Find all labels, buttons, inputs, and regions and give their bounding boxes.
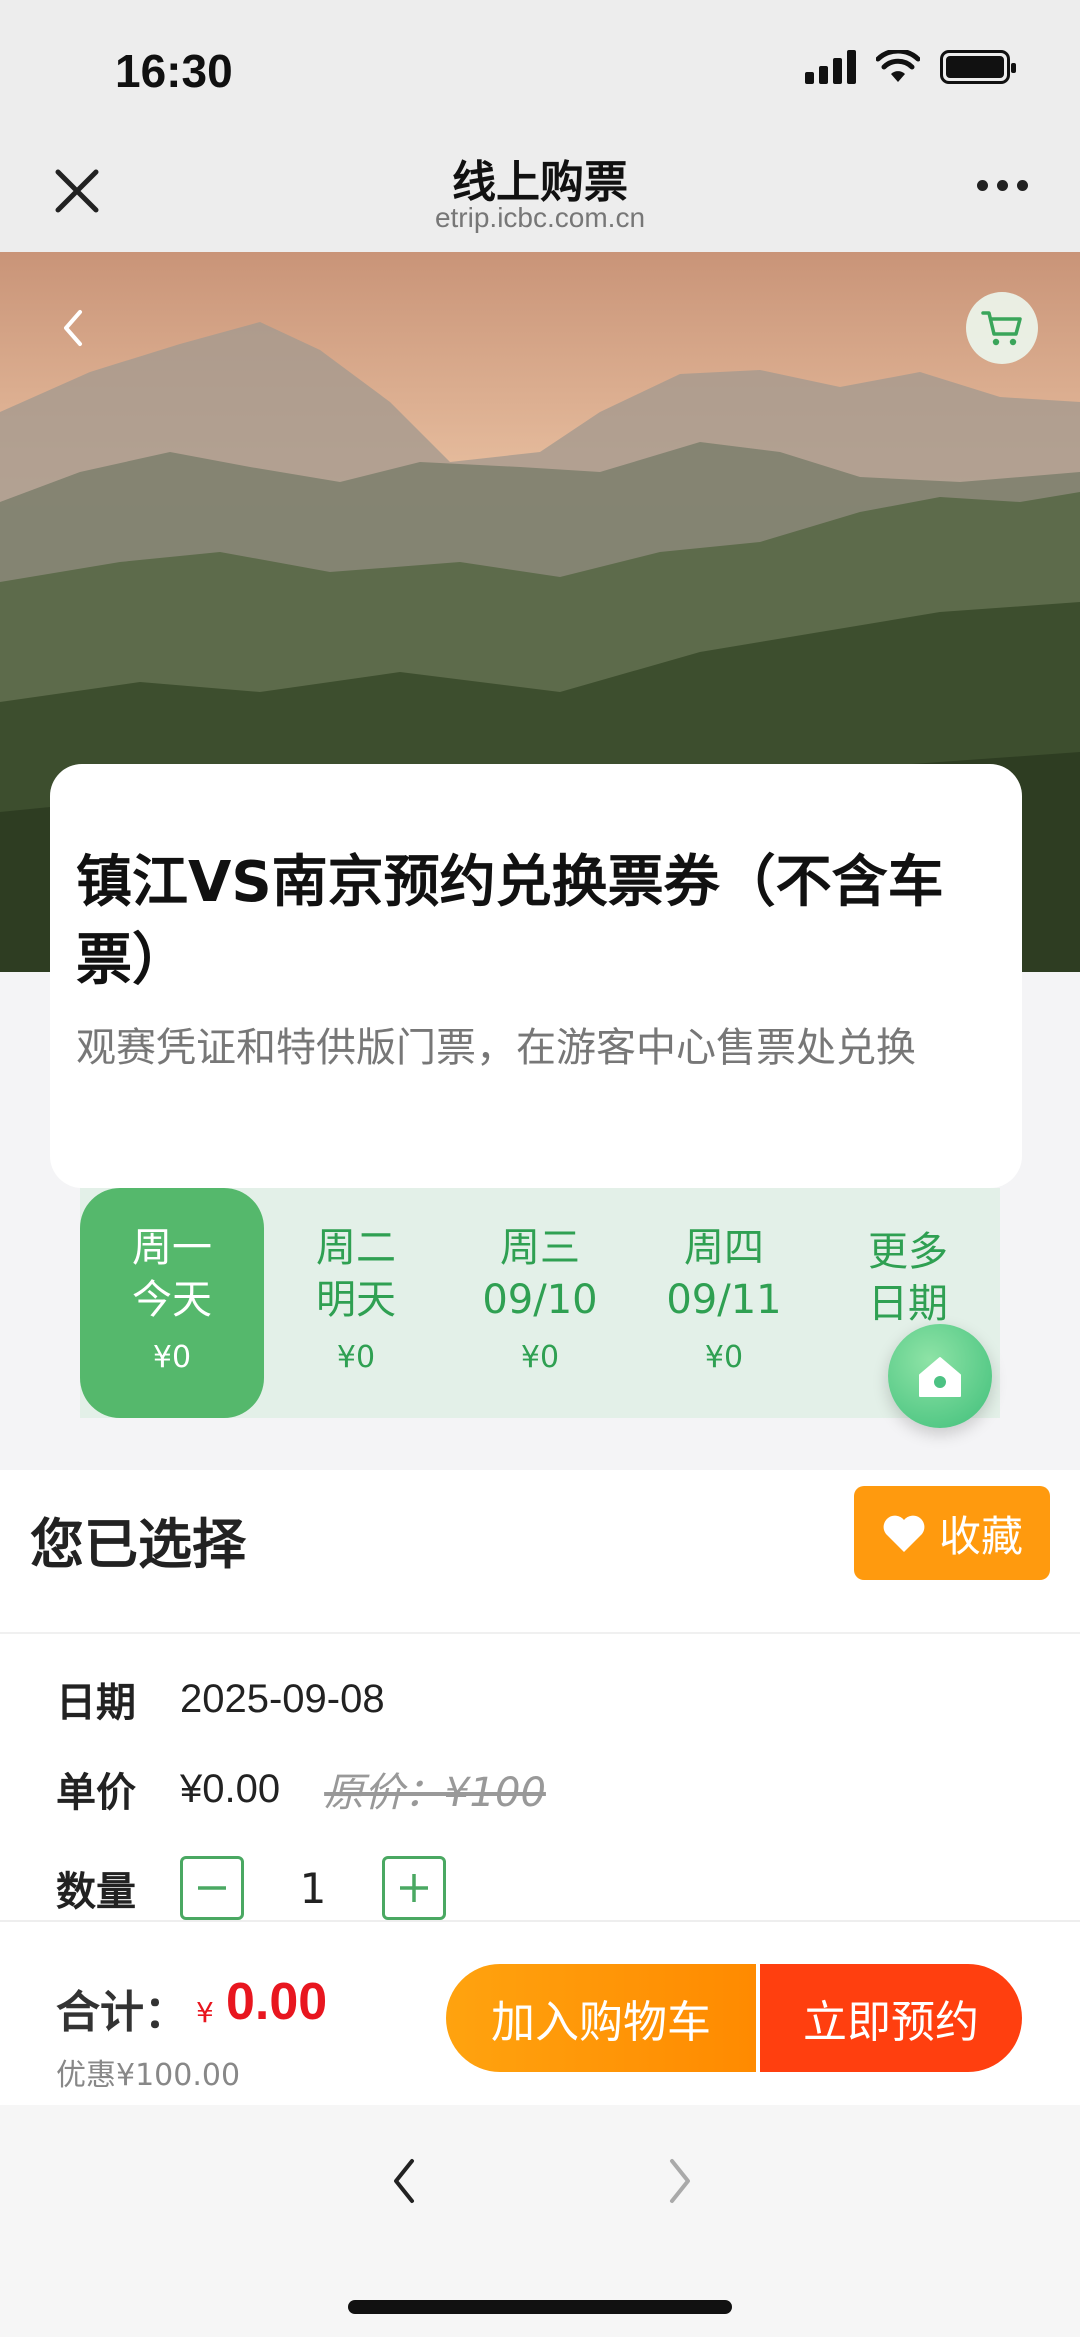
date-price: ¥0 — [336, 1340, 376, 1375]
date-option-wed[interactable]: 周三 09/10 ¥0 — [448, 1188, 632, 1418]
favorite-button[interactable]: 收藏 — [854, 1486, 1050, 1580]
plus-icon — [400, 1874, 428, 1902]
browser-forward-icon[interactable] — [660, 2151, 700, 2211]
selection-section: 您已选择 收藏 日期 2025-09-08 单价 ¥0.00 原价：¥100 数… — [0, 1470, 1080, 1920]
browser-back-icon[interactable] — [384, 2151, 424, 2211]
status-bar: 16:30 — [0, 0, 1080, 130]
more-icon[interactable] — [977, 180, 1028, 191]
home-icon — [919, 1357, 961, 1397]
cart-button[interactable] — [966, 292, 1038, 364]
nav-bar: 线上购票 etrip.icbc.com.cn — [0, 130, 1080, 252]
product-card: 镇江VS南京预约兑换票券（不含车票） 观赛凭证和特供版门票，在游客中心售票处兑换 — [50, 764, 1022, 1188]
date-option-tue[interactable]: 周二 明天 ¥0 — [264, 1188, 448, 1418]
date-more-line2: 日期 — [868, 1281, 948, 1327]
date-weekday: 周二 — [316, 1225, 396, 1271]
page-url: etrip.icbc.com.cn — [434, 202, 646, 233]
back-icon[interactable] — [58, 304, 88, 352]
date-label: 日期 — [56, 1680, 136, 1726]
date-price: ¥0 — [704, 1340, 744, 1375]
divider — [0, 1632, 1080, 1634]
home-float-button[interactable] — [888, 1324, 992, 1428]
favorite-label: 收藏 — [938, 1511, 1023, 1561]
date-row: 日期 2025-09-08 — [56, 1670, 385, 1728]
reserve-now-button[interactable]: 立即预约 — [760, 1964, 1022, 2072]
date-weekday: 周三 — [500, 1225, 580, 1271]
product-subtitle: 观赛凭证和特供版门票，在游客中心售票处兑换 — [76, 1025, 916, 1071]
home-indicator — [348, 2300, 732, 2314]
signal-icon — [805, 50, 856, 84]
total-currency: ¥ — [196, 1996, 214, 2029]
date-day: 09/10 — [482, 1277, 598, 1323]
original-price: 原价：¥100 — [324, 1770, 546, 1816]
quantity-row: 数量 1 — [56, 1856, 446, 1920]
date-weekday: 周四 — [684, 1225, 764, 1271]
total-label: 合计： — [56, 1987, 188, 2038]
increase-button[interactable] — [382, 1856, 446, 1920]
date-day: 明天 — [316, 1277, 396, 1323]
discount-text: 优惠¥100.00 — [56, 2058, 241, 2093]
date-option-thu[interactable]: 周四 09/11 ¥0 — [632, 1188, 816, 1418]
cart-icon — [981, 311, 1022, 346]
checkout-bar: 合计： ¥ 0.00 优惠¥100.00 加入购物车 立即预约 — [0, 1920, 1080, 2105]
wifi-icon — [876, 50, 920, 82]
date-day: 今天 — [132, 1277, 212, 1323]
battery-icon — [940, 50, 1016, 84]
decrease-button[interactable] — [180, 1856, 244, 1920]
add-to-cart-button[interactable]: 加入购物车 — [446, 1964, 756, 2072]
product-title: 镇江VS南京预约兑换票券（不含车票） — [76, 850, 944, 993]
date-selector: 周一 今天 ¥0 周二 明天 ¥0 周三 09/10 ¥0 周四 09/11 ¥… — [80, 1188, 1000, 1418]
minus-icon — [198, 1886, 226, 1890]
quantity-value[interactable]: 1 — [244, 1864, 382, 1913]
date-price: ¥0 — [152, 1340, 192, 1375]
price-row: 单价 ¥0.00 原价：¥100 — [56, 1760, 546, 1818]
status-icons — [805, 50, 1016, 84]
price-value: ¥0.00 — [180, 1766, 281, 1811]
selection-title: 您已选择 — [30, 1513, 246, 1576]
heart-icon — [883, 1515, 925, 1552]
quantity-label: 数量 — [56, 1869, 136, 1915]
date-price: ¥0 — [520, 1340, 560, 1375]
total-value: 0.00 — [226, 1973, 328, 2031]
date-day: 09/11 — [666, 1277, 782, 1323]
date-option-mon[interactable]: 周一 今天 ¥0 — [80, 1188, 264, 1418]
status-time: 16:30 — [115, 45, 233, 97]
date-more-line1: 更多 — [868, 1229, 948, 1275]
date-value: 2025-09-08 — [180, 1676, 385, 1721]
page-title: 线上购票 — [452, 157, 628, 208]
date-weekday: 周一 — [132, 1225, 212, 1271]
price-label: 单价 — [56, 1770, 136, 1816]
